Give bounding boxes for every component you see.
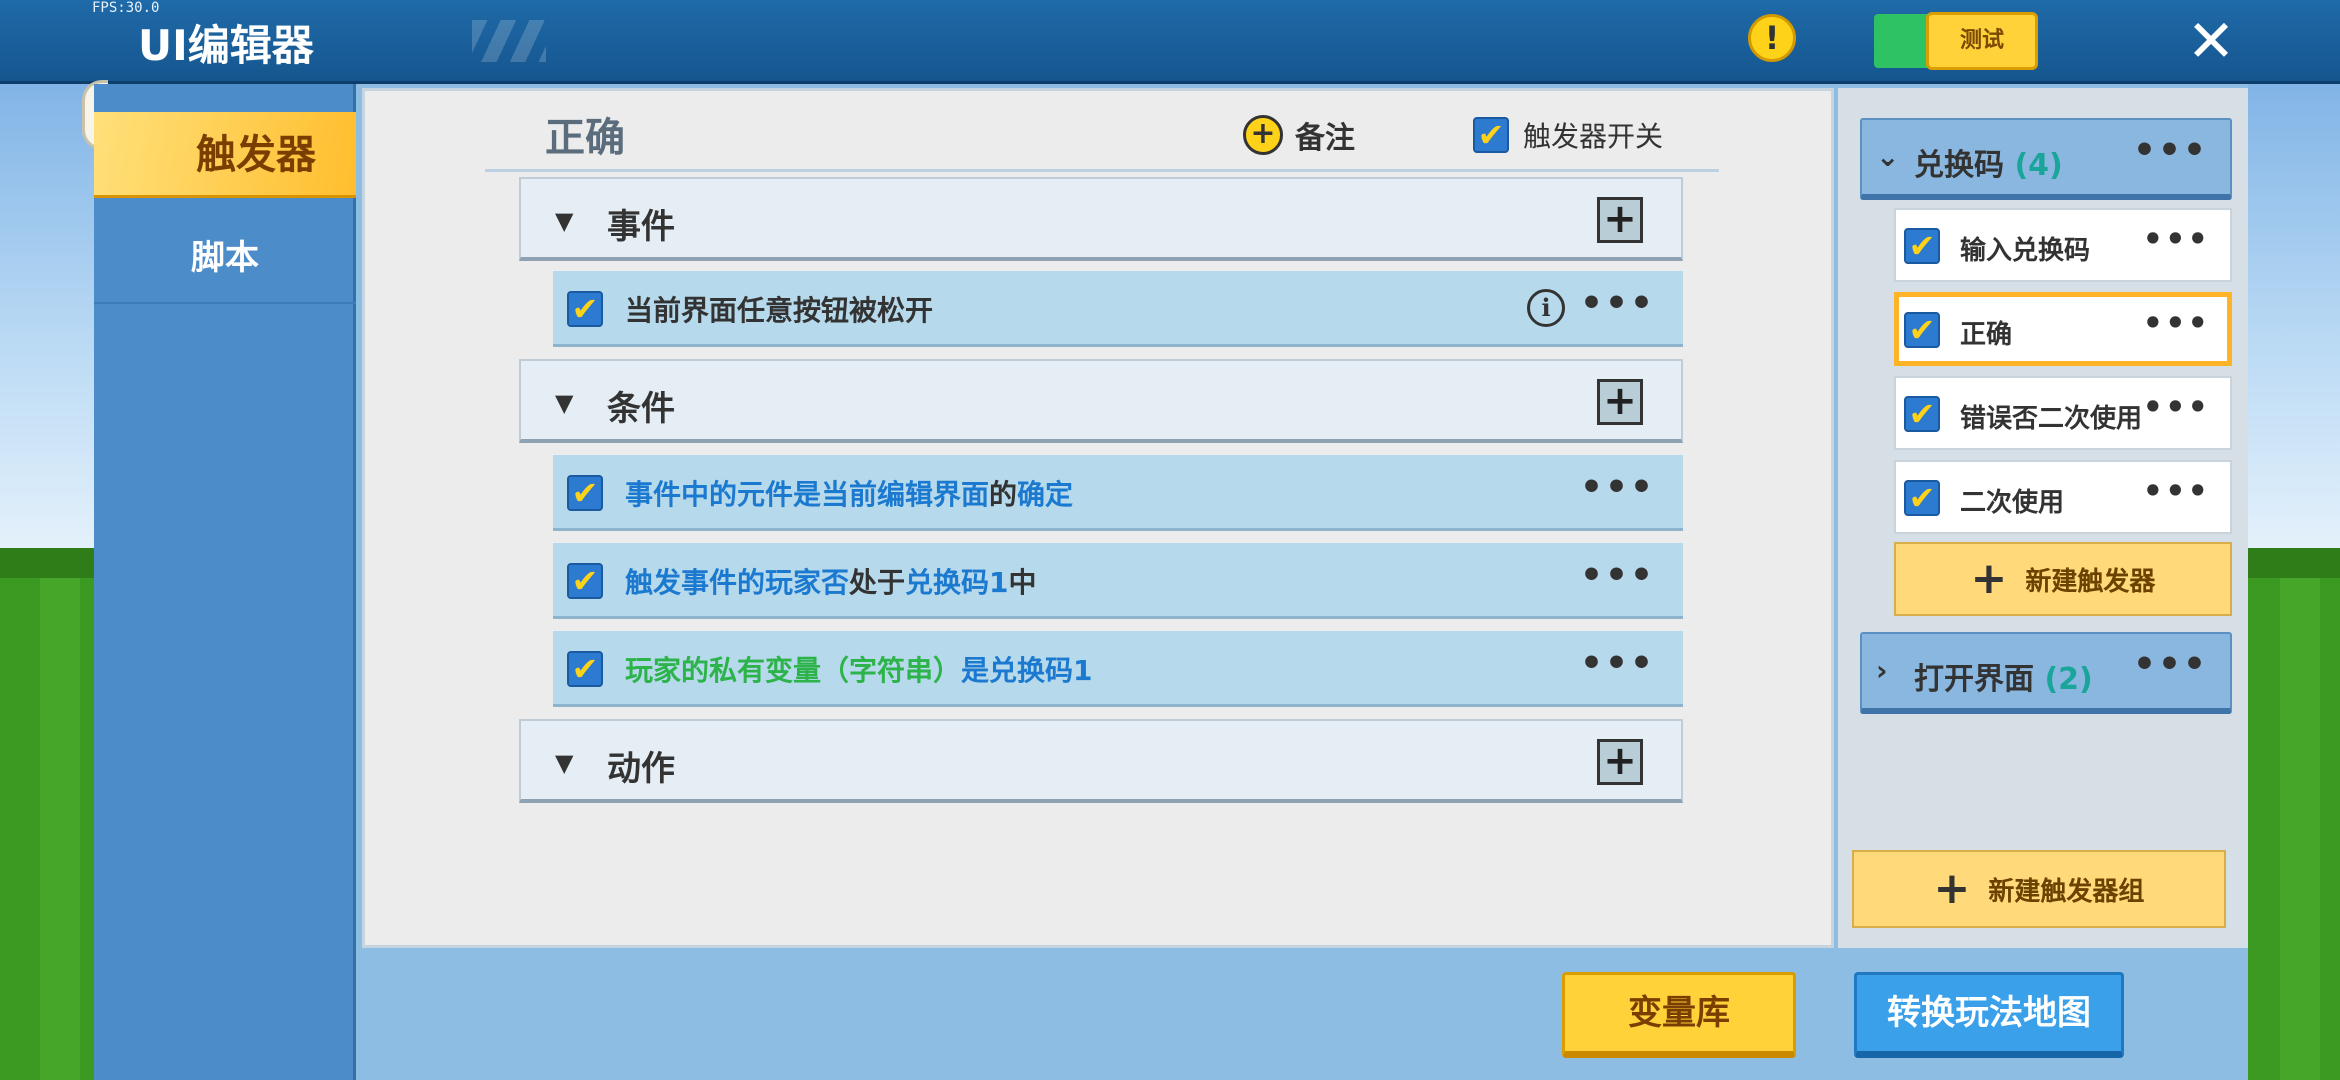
checkbox-icon[interactable]: ✔: [567, 563, 603, 599]
arrow-down-icon[interactable]: ▼: [555, 207, 573, 235]
more-icon[interactable]: •••: [1580, 555, 1655, 596]
condition-row[interactable]: ✔ 事件中的元件是当前编辑界面的确定 •••: [553, 455, 1683, 531]
more-icon[interactable]: •••: [2143, 472, 2210, 510]
new-trigger-group-button[interactable]: + 新建触发器组: [1852, 850, 2226, 928]
more-icon[interactable]: •••: [1580, 283, 1655, 324]
more-icon[interactable]: •••: [2133, 130, 2208, 171]
condition-segment: 处于: [849, 566, 906, 599]
condition-segment[interactable]: 兑换码1: [989, 654, 1092, 687]
toggle-indicator: [1874, 14, 1930, 68]
sidebar-tab-scripts[interactable]: 脚本: [94, 212, 356, 304]
sidebar: 触发器 脚本: [94, 84, 356, 1080]
group-label: 打开界面 (2): [1914, 654, 2093, 698]
group-count: (4): [2014, 148, 2063, 183]
trigger-item-label: 正确: [1960, 320, 2013, 350]
section-label: 动作: [607, 749, 675, 789]
condition-segment: 的: [989, 478, 1018, 511]
arrow-down-icon[interactable]: ▼: [555, 749, 573, 777]
title-divider: [485, 169, 1719, 172]
trigger-item-label: 输入兑换码: [1960, 236, 2091, 266]
plus-icon: +: [1970, 553, 2008, 604]
section-label: 条件: [607, 389, 675, 429]
close-icon[interactable]: ✕: [2180, 10, 2242, 72]
trigger-group-open-ui[interactable]: › 打开界面 (2) •••: [1860, 632, 2232, 714]
trigger-switch-label: 触发器开关: [1523, 120, 1664, 153]
more-icon[interactable]: •••: [2143, 388, 2210, 426]
trigger-item-label: 错误否二次使用: [1960, 404, 2143, 434]
add-event-button[interactable]: +: [1597, 197, 1643, 243]
group-name: 兑换码: [1914, 148, 2004, 183]
app-title: UI编辑器: [138, 21, 314, 70]
arrow-down-icon[interactable]: ▼: [555, 389, 573, 417]
condition-segment[interactable]: 事件中的元件是当前编辑界面: [625, 478, 989, 511]
info-icon[interactable]: i: [1527, 289, 1565, 327]
condition-row[interactable]: ✔ 触发事件的玩家否处于兑换码1中 •••: [553, 543, 1683, 619]
test-toggle[interactable]: 测试: [1874, 12, 2038, 70]
condition-segment: 是: [961, 654, 990, 687]
trigger-item-selected[interactable]: ✔ 正确 •••: [1894, 292, 2232, 366]
more-icon[interactable]: •••: [2143, 220, 2210, 258]
trigger-item[interactable]: ✔ 二次使用 •••: [1894, 460, 2232, 534]
group-name: 打开界面: [1914, 662, 2034, 697]
more-icon[interactable]: •••: [2133, 644, 2208, 685]
condition-segment[interactable]: 兑换码1: [905, 566, 1008, 599]
condition-text: 事件中的元件是当前编辑界面的确定: [625, 473, 1073, 513]
new-trigger-label: 新建触发器: [2025, 566, 2156, 597]
chevron-right-icon[interactable]: ›: [1876, 654, 1888, 687]
condition-segment[interactable]: 玩家的私有变量（字符串）: [625, 654, 961, 687]
top-bar: FPS:30.0 UI编辑器 ! 测试 ✕: [0, 0, 2340, 84]
group-label: 兑换码 (4): [1914, 140, 2063, 184]
trigger-item[interactable]: ✔ 输入兑换码 •••: [1894, 208, 2232, 282]
condition-segment: 中: [1008, 566, 1037, 599]
trigger-switch[interactable]: ✔ 触发器开关: [1473, 111, 1663, 159]
condition-segment[interactable]: 触发事件的玩家否: [625, 566, 849, 599]
checkbox-icon[interactable]: ✔: [567, 291, 603, 327]
warning-icon[interactable]: !: [1748, 14, 1796, 62]
add-action-button[interactable]: +: [1597, 739, 1643, 785]
sidebar-tab-triggers[interactable]: 触发器: [94, 112, 356, 198]
more-icon[interactable]: •••: [2143, 304, 2210, 342]
checkbox-icon[interactable]: ✔: [567, 475, 603, 511]
new-group-label: 新建触发器组: [1988, 876, 2145, 907]
event-text-segment[interactable]: 当前界面任意按钮被松开: [625, 294, 933, 327]
note-label: 备注: [1295, 121, 1355, 156]
event-row[interactable]: ✔ 当前界面任意按钮被松开 i •••: [553, 271, 1683, 347]
condition-row[interactable]: ✔ 玩家的私有变量（字符串）是兑换码1 •••: [553, 631, 1683, 707]
more-icon[interactable]: •••: [1580, 643, 1655, 684]
note-button[interactable]: + 备注: [1243, 111, 1355, 159]
event-text: 当前界面任意按钮被松开: [625, 289, 933, 329]
plus-icon: +: [1933, 863, 1971, 914]
trigger-item[interactable]: ✔ 错误否二次使用 •••: [1894, 376, 2232, 450]
trigger-list-panel: ⌄ 兑换码 (4) ••• ✔ 输入兑换码 ••• ✔ 正确 ••• ✔ 错误否…: [1838, 88, 2248, 948]
plus-circle-icon: +: [1243, 115, 1283, 155]
trigger-item-label: 二次使用: [1960, 488, 2065, 518]
more-icon[interactable]: •••: [1580, 467, 1655, 508]
new-trigger-button[interactable]: + 新建触发器: [1894, 542, 2232, 616]
condition-text: 触发事件的玩家否处于兑换码1中: [625, 561, 1037, 601]
test-button[interactable]: 测试: [1926, 12, 2038, 70]
variable-library-button[interactable]: 变量库: [1562, 972, 1796, 1058]
add-condition-button[interactable]: +: [1597, 379, 1643, 425]
trigger-title: 正确: [545, 115, 625, 161]
decorative-stripes: [472, 20, 546, 62]
section-action[interactable]: ▼ 动作 +: [519, 719, 1683, 803]
section-label: 事件: [607, 207, 675, 247]
section-condition[interactable]: ▼ 条件 +: [519, 359, 1683, 443]
checkbox-icon[interactable]: ✔: [1904, 228, 1940, 264]
checkbox-icon[interactable]: ✔: [1904, 480, 1940, 516]
group-count: (2): [2044, 662, 2093, 697]
checkbox-icon[interactable]: ✔: [1904, 396, 1940, 432]
condition-segment[interactable]: 确定: [1017, 478, 1073, 511]
convert-map-button[interactable]: 转换玩法地图: [1854, 972, 2124, 1058]
condition-text: 玩家的私有变量（字符串）是兑换码1: [625, 649, 1093, 689]
main-panel: 正确 + 备注 ✔ 触发器开关 ▼ 事件 + ✔ 当前界面任意按钮被松开 i •…: [356, 84, 2248, 1080]
trigger-group-redeem[interactable]: ⌄ 兑换码 (4) •••: [1860, 118, 2232, 200]
chevron-down-icon[interactable]: ⌄: [1876, 140, 1899, 173]
trigger-editor: 正确 + 备注 ✔ 触发器开关 ▼ 事件 + ✔ 当前界面任意按钮被松开 i •…: [362, 88, 1834, 948]
checkbox-icon[interactable]: ✔: [1904, 312, 1940, 348]
section-event[interactable]: ▼ 事件 +: [519, 177, 1683, 261]
checkbox-icon[interactable]: ✔: [567, 651, 603, 687]
checkbox-icon[interactable]: ✔: [1473, 117, 1509, 153]
